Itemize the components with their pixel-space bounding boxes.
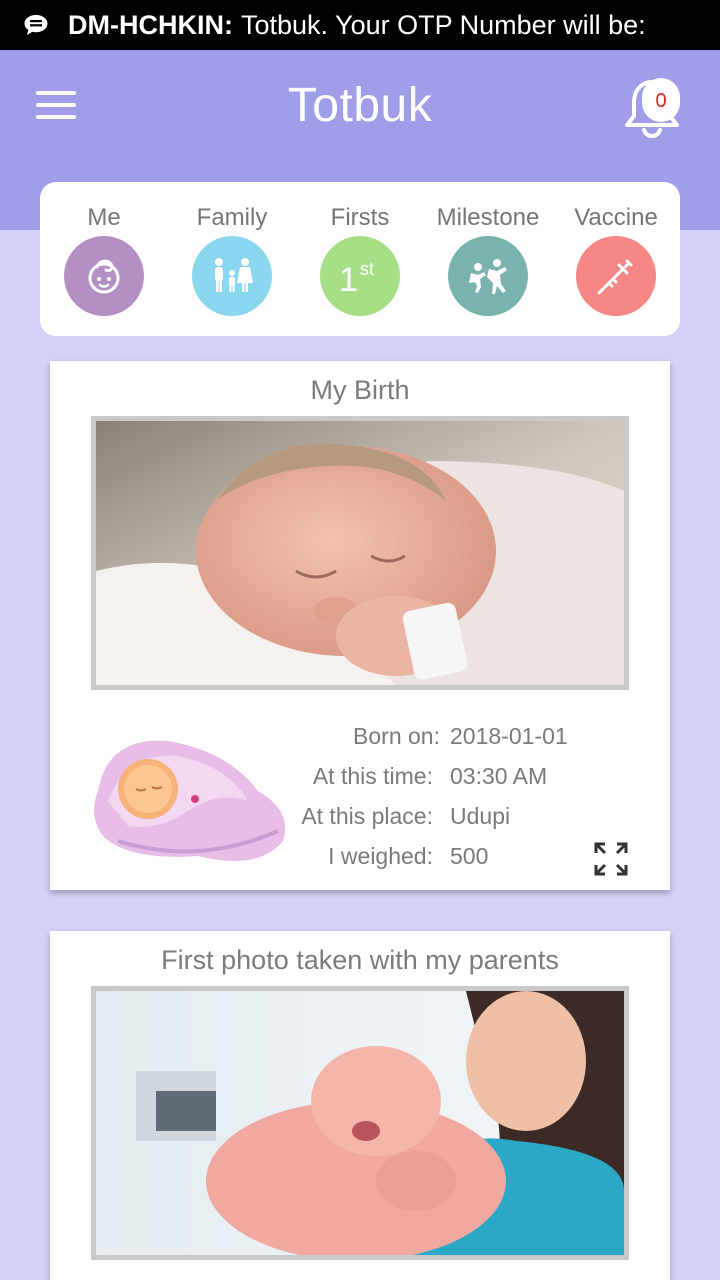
birth-place-label: At this place:	[301, 803, 433, 829]
category-vaccine[interactable]: Vaccine	[552, 182, 680, 336]
parents-card-title: First photo taken with my parents	[161, 945, 559, 975]
category-family[interactable]: Family	[168, 182, 296, 336]
sms-sender: DM-HCHKIN:	[68, 9, 233, 40]
category-firsts[interactable]: Firsts 1 st	[296, 182, 424, 336]
birth-card: My Birth Born on: 2018-01-01 At this tim…	[50, 361, 670, 890]
kids-playing-icon	[448, 236, 528, 316]
birth-time-row: At this time: 03:30 AM	[50, 763, 670, 797]
parents-photo-card: First photo taken with my parents	[50, 931, 670, 1280]
message-icon	[24, 15, 48, 35]
born-on-label: Born on:	[353, 723, 440, 749]
birth-time-label: At this time:	[312, 763, 433, 789]
category-label: Milestone	[436, 204, 540, 231]
expand-icon[interactable]	[593, 841, 629, 877]
birth-place-value: Udupi	[450, 803, 511, 829]
born-on-row: Born on: 2018-01-01	[50, 723, 670, 757]
category-milestone[interactable]: Milestone	[424, 182, 552, 336]
birth-weight-label: I weighed:	[328, 843, 433, 869]
birth-photo[interactable]	[91, 416, 629, 690]
syringe-icon	[576, 236, 656, 316]
baby-face-icon	[64, 236, 144, 316]
svg-text:1: 1	[339, 261, 358, 299]
category-menu: Me Family Firsts 1 st Milestone Vaccine	[40, 182, 680, 336]
birth-weight-row: I weighed: 500	[50, 843, 670, 877]
category-label: Firsts	[330, 204, 390, 231]
svg-text:st: st	[360, 259, 374, 279]
family-icon	[192, 236, 272, 316]
birth-place-row: At this place: Udupi	[50, 803, 670, 837]
category-me[interactable]: Me	[40, 182, 168, 336]
birth-time-value: 03:30 AM	[450, 763, 548, 789]
notification-bar[interactable]: DM-HCHKIN: Totbuk. Your OTP Number will …	[0, 0, 720, 50]
birth-card-title: My Birth	[310, 375, 410, 405]
parents-photo[interactable]	[91, 986, 629, 1260]
category-label: Me	[87, 204, 121, 231]
sms-message: Totbuk. Your OTP Number will be:	[240, 9, 646, 40]
category-label: Vaccine	[574, 204, 658, 231]
app-title: Totbuk	[287, 79, 433, 132]
birth-weight-value: 500	[450, 843, 489, 869]
category-label: Family	[196, 204, 268, 231]
notification-count-badge[interactable]: 0	[642, 78, 680, 122]
first-1st-icon: 1 st	[320, 236, 400, 316]
mother-baby-photo	[96, 991, 624, 1255]
born-on-value: 2018-01-01	[450, 723, 568, 749]
sleeping-baby-photo	[96, 421, 624, 685]
